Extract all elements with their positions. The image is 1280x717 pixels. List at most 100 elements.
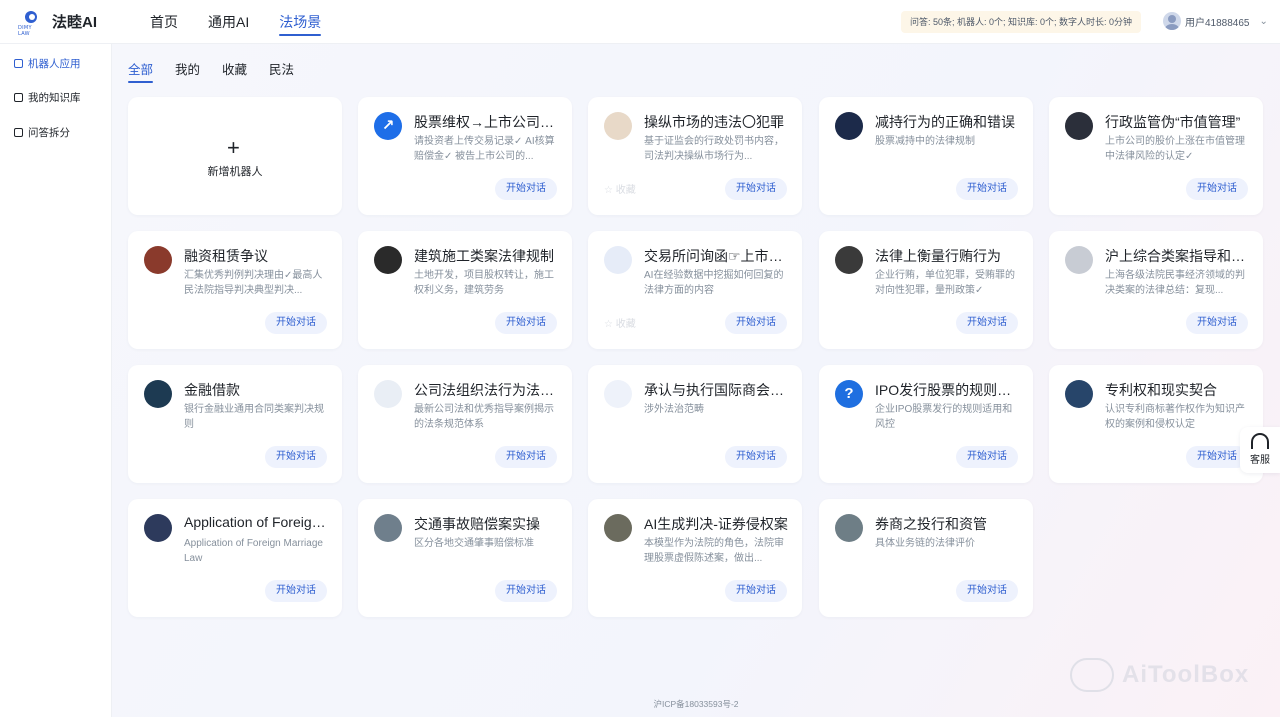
sidebar-item-robot-apps[interactable]: 机器人应用 (14, 56, 81, 71)
robot-description: 涉外法治范畴 (644, 404, 704, 415)
robot-description: 认识专利商标著作权作为知识产权的案例和侵权认定 (1105, 404, 1245, 430)
customer-service-button[interactable]: 客服 (1240, 427, 1280, 473)
robot-card[interactable]: Application of Foreign Marriage Law Appli… (128, 499, 342, 617)
tab-all[interactable]: 全部 (128, 59, 154, 83)
robot-card[interactable]: 沪上综合类案指导和总结 上海各级法院民事经济领域的判决类案的法律总结：复现... 开… (1049, 231, 1263, 349)
robot-title: 行政监管伪“市值管理” (1105, 114, 1241, 130)
start-chat-button[interactable]: 开始对话 (495, 312, 557, 334)
robot-avatar-icon (374, 380, 402, 408)
robot-card[interactable]: 公司法组织法行为法专业问答最新公司法和优秀指导案例揭示的法条规范体系开始对话 (358, 365, 572, 483)
robot-title: 减持行为的正确和错误 (875, 114, 1015, 130)
sidebar-item-qa-split[interactable]: 问答拆分 (14, 125, 70, 140)
start-chat-button[interactable]: 开始对话 (956, 580, 1018, 602)
robot-card[interactable]: 金融借款 银行金融业通用合同类案判决规则 开始对话 (128, 365, 342, 483)
start-chat-button[interactable]: 开始对话 (1186, 312, 1248, 334)
start-chat-button[interactable]: 开始对话 (265, 312, 327, 334)
robot-card[interactable]: ↗ 股票维权→上市公司虚假陈述请投资者上传交易记录✓ AI核算赔偿金✓ 被告上市公… (358, 97, 572, 215)
start-chat-button[interactable]: 开始对话 (725, 580, 787, 602)
robot-description: Application of Foreign Marriage Law (184, 538, 323, 564)
sidebar-item-label: 机器人应用 (28, 58, 81, 70)
start-chat-button[interactable]: 开始对话 (495, 446, 557, 468)
robot-description: 股票减持中的法律规制 (875, 136, 975, 147)
robot-description: 上市公司的股价上涨在市值管理中法律风险的认定✓ (1105, 136, 1245, 162)
user-avatar-icon (1163, 12, 1181, 30)
robot-title: 沪上综合类案指导和总结 (1105, 248, 1253, 264)
robot-card[interactable]: 操纵市场的违法〇犯罪 基于证监会的行政处罚书内容，司法判决操纵市场行为... ☆ 收… (588, 97, 802, 215)
robot-description: 银行金融业通用合同类案判决规则 (184, 404, 324, 430)
robot-card[interactable]: 行政监管伪“市值管理” 上市公司的股价上涨在市值管理中法律风险的认定✓ 开始对话 (1049, 97, 1263, 215)
start-chat-button[interactable]: 开始对话 (1186, 178, 1248, 200)
robot-card[interactable]: 交通事故赔偿案实操区分各地交通肇事赔偿标准开始对话 (358, 499, 572, 617)
nav-general-ai[interactable]: 通用AI (208, 0, 249, 44)
robot-avatar-icon (835, 514, 863, 542)
tab-civil-law[interactable]: 民法 (269, 59, 294, 83)
robot-title: 专利权和现实契合 (1105, 382, 1217, 398)
main-content: 全部 我的 收藏 民法 + 新增机器人 ↗ 股票维权→上市公司虚假陈述请投资者上传… (112, 44, 1280, 717)
start-chat-button[interactable]: 开始对话 (265, 446, 327, 468)
copy-icon (14, 128, 23, 137)
robot-avatar-icon (144, 380, 172, 408)
start-chat-button[interactable]: 开始对话 (495, 580, 557, 602)
start-chat-button[interactable]: 开始对话 (956, 178, 1018, 200)
robot-description: 区分各地交通肇事赔偿标准 (414, 538, 534, 549)
robot-description: 本模型作为法院的角色，法院审理股票虚假陈述案，做出... (644, 538, 784, 564)
robot-description: 土地开发，项目股权转让，施工权利义务，建筑劳务 (414, 270, 554, 296)
robot-title: 券商之投行和资管 (875, 516, 987, 532)
robot-title: 股票维权→上市公司虚假陈述 (414, 114, 562, 130)
robot-title: AI生成判决-证券侵权案 (644, 516, 788, 532)
robot-card[interactable]: 交易所问询函☞上市公司信息披露 AI在经验数据中挖掘如何回复的法律方面的内容 ☆ 收… (588, 231, 802, 349)
tab-mine[interactable]: 我的 (175, 59, 200, 83)
robot-card[interactable]: 承认与执行国际商会仲裁裁决涉外法治范畴开始对话 (588, 365, 802, 483)
robot-description: 请投资者上传交易记录✓ AI核算赔偿金✓ 被告上市公司的... (414, 136, 555, 162)
start-chat-button[interactable]: 开始对话 (725, 312, 787, 334)
robot-card[interactable]: 券商之投行和资管 具体业务链的法律评价 开始对话 (819, 499, 1033, 617)
robot-title: 公司法组织法行为法专业问答 (414, 382, 562, 398)
start-chat-button[interactable]: 开始对话 (956, 446, 1018, 468)
robot-card[interactable]: 建筑施工类案法律规制土地开发，项目股权转让，施工权利义务，建筑劳务开始对话 (358, 231, 572, 349)
top-nav: 首页 通用AI 法场景 (150, 0, 322, 44)
robot-card[interactable]: AI生成判决-证券侵权案本模型作为法院的角色，法院审理股票虚假陈述案，做出...… (588, 499, 802, 617)
sidebar-item-knowledge-base[interactable]: 我的知识库 (14, 90, 81, 105)
add-robot-card[interactable]: + 新增机器人 (128, 97, 342, 215)
robot-description: AI在经验数据中挖掘如何回复的法律方面的内容 (644, 270, 784, 296)
robot-card[interactable]: 融资租赁争议汇集优秀判例判决理由✓最高人民法院指导判决典型判决... 开始对话 (128, 231, 342, 349)
robot-avatar-icon (144, 514, 172, 542)
robot-description: 汇集优秀判例判决理由✓最高人民法院指导判决典型判决... (184, 270, 323, 296)
robot-title: 交易所问询函☞上市公司信息披露 (644, 248, 792, 264)
add-robot-label: 新增机器人 (207, 166, 263, 178)
robot-title: IPO发行股票的规则适用和风控 (875, 382, 1023, 398)
robot-avatar-icon: ? (835, 380, 863, 408)
logo[interactable]: DIMY LAW 法睦AI (18, 10, 97, 37)
nav-law-scenarios[interactable]: 法场景 (279, 0, 322, 44)
robot-card[interactable]: 专利权和现实契合认识专利商标著作权作为知识产权的案例和侵权认定开始对话 (1049, 365, 1263, 483)
logo-mark-icon: DIMY LAW (18, 10, 44, 37)
start-chat-button[interactable]: 开始对话 (265, 580, 327, 602)
user-menu[interactable]: 用户41888465 ⌄ (1163, 12, 1268, 30)
robot-avatar-icon (374, 514, 402, 542)
robot-card[interactable]: 法律上衡量行贿行为 企业行贿，单位犯罪，受贿罪的对向性犯罪，量刑政策✓ 开始对话 (819, 231, 1033, 349)
robot-title: 交通事故赔偿案实操 (414, 516, 540, 532)
nav-home[interactable]: 首页 (150, 0, 178, 44)
robot-card[interactable]: ? IPO发行股票的规则适用和风控企业IPO股票发行的规则适用和风控开始对话 (819, 365, 1033, 483)
start-chat-button[interactable]: 开始对话 (495, 178, 557, 200)
start-chat-button[interactable]: 开始对话 (725, 178, 787, 200)
robot-description: 企业IPO股票发行的规则适用和风控 (875, 404, 1013, 430)
robot-card[interactable]: 减持行为的正确和错误股票减持中的法律规制开始对话 (819, 97, 1033, 215)
top-header: DIMY LAW 法睦AI 首页 通用AI 法场景 问答: 50条; 机器人: … (0, 0, 1280, 44)
start-chat-button[interactable]: 开始对话 (956, 312, 1018, 334)
robot-title: 承认与执行国际商会仲裁裁决 (644, 382, 792, 398)
robot-title: 建筑施工类案法律规制 (414, 248, 554, 264)
headset-icon (1251, 433, 1269, 449)
robot-title: 操纵市场的违法〇犯罪 (644, 114, 784, 130)
robot-title: 融资租赁争议 (184, 248, 268, 264)
favorite-button[interactable]: ☆ 收藏 (604, 315, 636, 330)
customer-service-label: 客服 (1250, 455, 1270, 466)
start-chat-button[interactable]: 开始对话 (1186, 446, 1248, 468)
icp-footer[interactable]: 沪ICP备18033593号-2 (112, 698, 1280, 710)
start-chat-button[interactable]: 开始对话 (725, 446, 787, 468)
watermark-logo-icon (1070, 658, 1114, 692)
favorite-button[interactable]: ☆ 收藏 (604, 181, 636, 196)
tab-favorites[interactable]: 收藏 (222, 59, 247, 83)
robot-avatar-icon (1065, 380, 1093, 408)
user-name: 用户41888465 (1185, 17, 1250, 29)
